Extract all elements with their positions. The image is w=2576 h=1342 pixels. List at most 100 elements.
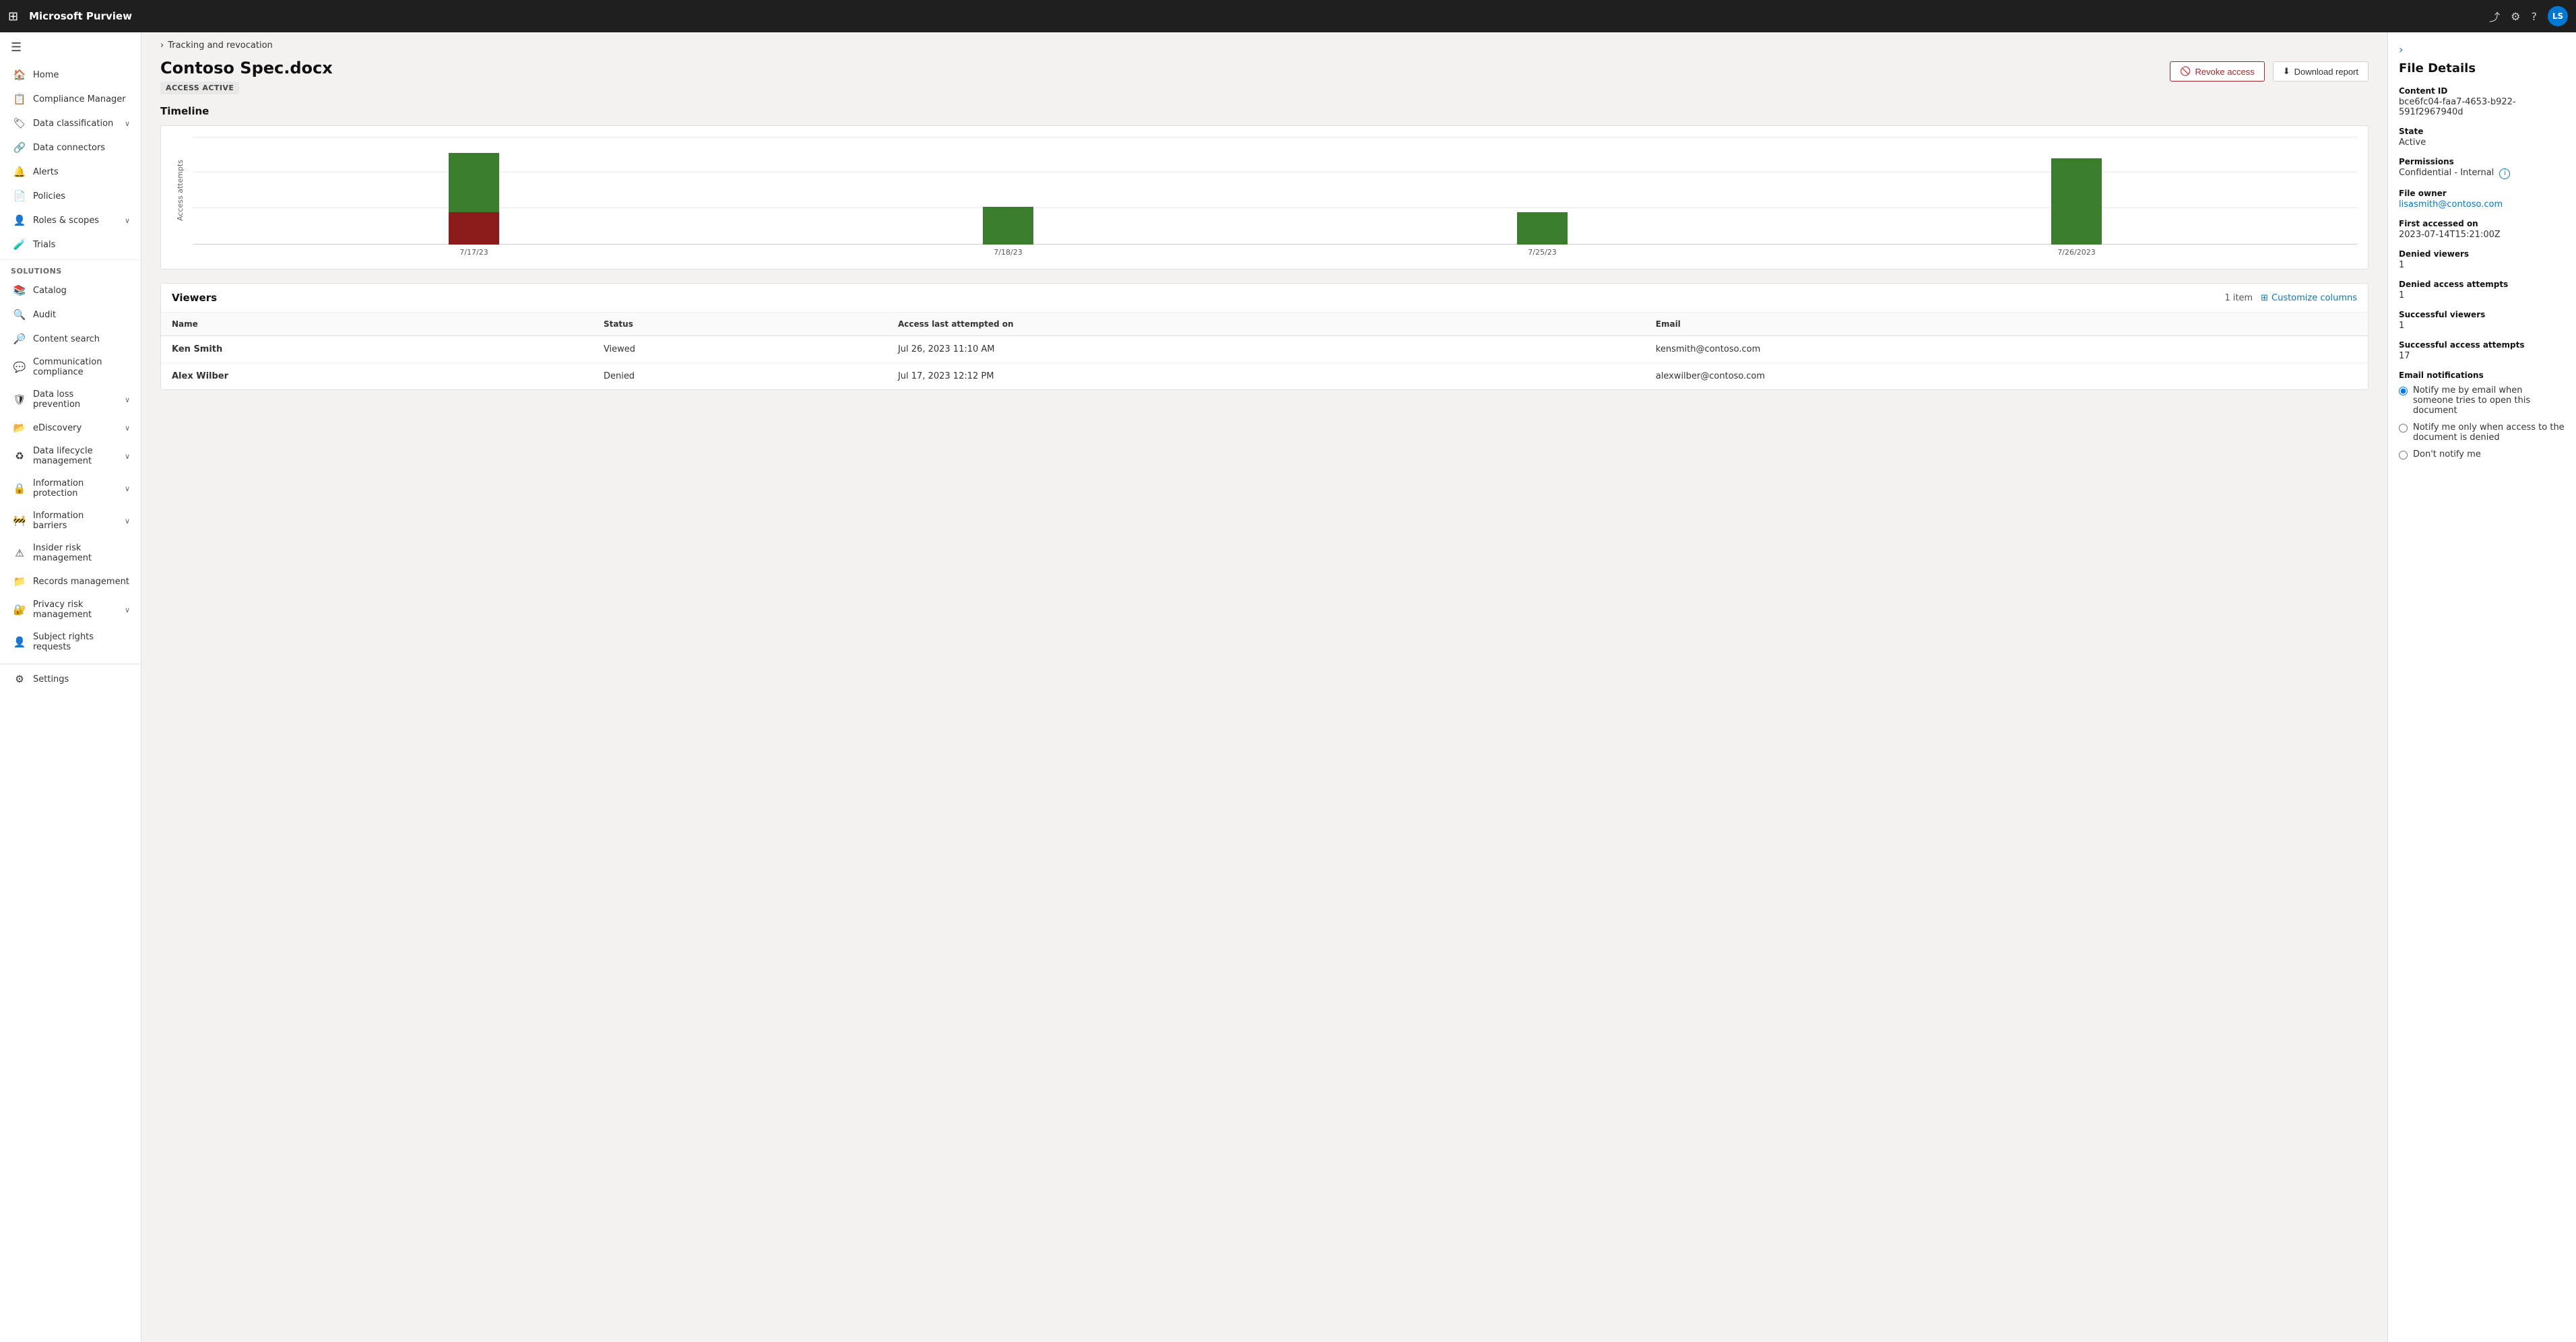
sidebar-item-roles-scopes[interactable]: 👤 Roles & scopes ∨ — [0, 208, 141, 232]
chevron-down-icon: ∨ — [125, 484, 130, 493]
email-notifications-title: Email notifications — [2399, 371, 2565, 380]
sidebar-label-subject-rights: Subject rights requests — [33, 632, 130, 652]
timeline-section: Timeline Access attempts — [141, 105, 2387, 404]
content-id-label: Content ID — [2399, 86, 2565, 96]
email-notifications-section: Email notifications Notify me by email w… — [2399, 371, 2565, 459]
alerts-icon: 🔔 — [13, 166, 26, 178]
sidebar-label-data-lifecycle: Data lifecycle management — [33, 446, 118, 466]
bar-label-2: 7/18/23 — [994, 248, 1022, 257]
revoke-access-button[interactable]: 🚫 Revoke access — [2170, 61, 2264, 82]
sidebar-item-trials[interactable]: 🧪 Trials — [0, 232, 141, 257]
sidebar-item-communication-compliance[interactable]: 💬 Communication compliance — [0, 351, 141, 383]
waffle-icon[interactable]: ⊞ — [8, 9, 18, 24]
sidebar-item-information-protection[interactable]: 🔒 Information protection ∨ — [0, 472, 141, 505]
sidebar-item-insider-risk[interactable]: ⚠ Insider risk management — [0, 537, 141, 569]
sidebar-item-records-management[interactable]: 📁 Records management — [0, 569, 141, 594]
sidebar-bottom: ⚙ Settings — [0, 664, 141, 691]
sidebar-item-data-lifecycle[interactable]: ♻ Data lifecycle management ∨ — [0, 440, 141, 472]
subject-rights-icon: 👤 — [13, 636, 26, 648]
bar-group-4: 7/26/2023 — [1809, 137, 2344, 245]
avatar[interactable]: LS — [2548, 6, 2568, 26]
denied-viewers-label: Denied viewers — [2399, 249, 2565, 259]
sidebar-label-settings: Settings — [33, 674, 69, 684]
successful-access-value: 17 — [2399, 351, 2565, 361]
file-owner-label: File owner — [2399, 189, 2565, 198]
notif-option-3[interactable]: Don't notify me — [2399, 449, 2565, 459]
top-nav-icons: ⤴ ⚙ ? LS — [2489, 6, 2568, 26]
viewers-header: Viewers 1 item ⊞ Customize columns — [161, 284, 2368, 313]
viewers-section: Viewers 1 item ⊞ Customize columns — [160, 283, 2369, 390]
table-row[interactable]: Ken Smith Viewed Jul 26, 2023 11:10 AM k… — [161, 336, 2368, 363]
permissions-label: Permissions — [2399, 157, 2565, 166]
sidebar-label-data-connectors: Data connectors — [33, 143, 105, 153]
sidebar-item-audit[interactable]: 🔍 Audit — [0, 302, 141, 327]
app-name: Microsoft Purview — [29, 10, 132, 22]
help-icon[interactable]: ? — [2532, 10, 2538, 23]
roles-icon: 👤 — [13, 214, 26, 226]
breadcrumb-chevron: › — [160, 40, 164, 51]
sidebar-item-data-loss-prevention[interactable]: 🛡 Data loss prevention ∨ — [0, 383, 141, 416]
bar-green-1 — [449, 153, 499, 212]
sidebar-item-settings[interactable]: ⚙ Settings — [0, 667, 141, 691]
connectors-icon: 🔗 — [13, 141, 26, 154]
sidebar-item-content-search[interactable]: 🔎 Content search — [0, 327, 141, 351]
content-title-area: Contoso Spec.docx ACCESS ACTIVE — [160, 59, 333, 94]
settings-icon[interactable]: ⚙ — [2511, 10, 2520, 23]
permissions-value: Confidential - Internal i — [2399, 168, 2565, 179]
cell-access-date: Jul 26, 2023 11:10 AM — [887, 336, 1645, 363]
sidebar-item-home[interactable]: 🏠 Home — [0, 63, 141, 87]
bar-stack-3 — [1517, 137, 1568, 245]
sidebar-label-audit: Audit — [33, 310, 56, 320]
notif-option-2[interactable]: Notify me only when access to the docume… — [2399, 422, 2565, 443]
timeline-title: Timeline — [160, 105, 2369, 117]
right-panel: › File Details Content ID bce6fc04-faa7-… — [2387, 32, 2576, 1342]
col-access-date: Access last attempted on — [887, 313, 1645, 336]
cell-status: Viewed — [593, 336, 887, 363]
sidebar-label-dlp: Data loss prevention — [33, 389, 118, 410]
sidebar-item-data-connectors[interactable]: 🔗 Data connectors — [0, 135, 141, 160]
y-axis-label: Access attempts — [176, 160, 185, 221]
sidebar-item-data-classification[interactable]: 🏷 Data classification ∨ — [0, 111, 141, 135]
ediscovery-icon: 📂 — [13, 422, 26, 434]
sidebar-item-subject-rights[interactable]: 👤 Subject rights requests — [0, 626, 141, 658]
bar-stack-4 — [2051, 137, 2102, 245]
bar-stack-2 — [983, 137, 1033, 245]
download-report-button[interactable]: ⬇ Download report — [2273, 61, 2369, 82]
bar-red-1 — [449, 212, 499, 245]
bar-green-2 — [983, 207, 1033, 245]
panel-toggle-button[interactable]: › — [2399, 43, 2565, 56]
successful-viewers-value: 1 — [2399, 321, 2565, 331]
sidebar-toggle[interactable]: ☰ — [0, 32, 141, 63]
permissions-info-icon[interactable]: i — [2499, 168, 2510, 179]
breadcrumb[interactable]: › Tracking and revocation — [141, 32, 2387, 59]
detail-denied-access: Denied access attempts 1 — [2399, 280, 2565, 300]
detail-state: State Active — [2399, 127, 2565, 148]
sidebar-item-information-barriers[interactable]: 🚧 Information barriers ∨ — [0, 505, 141, 537]
file-owner-value[interactable]: lisasmith@contoso.com — [2399, 199, 2565, 210]
sidebar-item-ediscovery[interactable]: 📂 eDiscovery ∨ — [0, 416, 141, 440]
chevron-down-icon: ∨ — [125, 517, 130, 525]
sidebar-label-compliance-manager: Compliance Manager — [33, 94, 126, 104]
notif-radio-3[interactable] — [2399, 451, 2408, 459]
detail-successful-access: Successful access attempts 17 — [2399, 340, 2565, 361]
revoke-icon: 🚫 — [2180, 66, 2191, 77]
sidebar-item-privacy-risk[interactable]: 🔐 Privacy risk management ∨ — [0, 594, 141, 626]
notif-radio-2[interactable] — [2399, 424, 2408, 433]
notif-radio-1[interactable] — [2399, 387, 2408, 395]
customize-columns-button[interactable]: ⊞ Customize columns — [2261, 293, 2357, 303]
notif-option-1[interactable]: Notify me by email when someone tries to… — [2399, 385, 2565, 416]
app-body: ☰ 🏠 Home 📋 Compliance Manager 🏷 Data cla… — [0, 32, 2576, 1342]
sidebar-item-alerts[interactable]: 🔔 Alerts — [0, 160, 141, 184]
detail-permissions: Permissions Confidential - Internal i — [2399, 157, 2565, 179]
table-row[interactable]: Alex Wilber Denied Jul 17, 2023 12:12 PM… — [161, 363, 2368, 390]
bar-label-4: 7/26/2023 — [2057, 248, 2095, 257]
chevron-down-icon: ∨ — [125, 424, 130, 433]
sidebar-label-privacy-risk: Privacy risk management — [33, 600, 118, 620]
breadcrumb-label: Tracking and revocation — [168, 40, 273, 51]
successful-viewers-label: Successful viewers — [2399, 310, 2565, 319]
denied-access-label: Denied access attempts — [2399, 280, 2565, 289]
sidebar-item-compliance-manager[interactable]: 📋 Compliance Manager — [0, 87, 141, 111]
sidebar-item-policies[interactable]: 📄 Policies — [0, 184, 141, 208]
share-icon[interactable]: ⤴ — [2489, 8, 2500, 24]
sidebar-item-catalog[interactable]: 📚 Catalog — [0, 278, 141, 302]
